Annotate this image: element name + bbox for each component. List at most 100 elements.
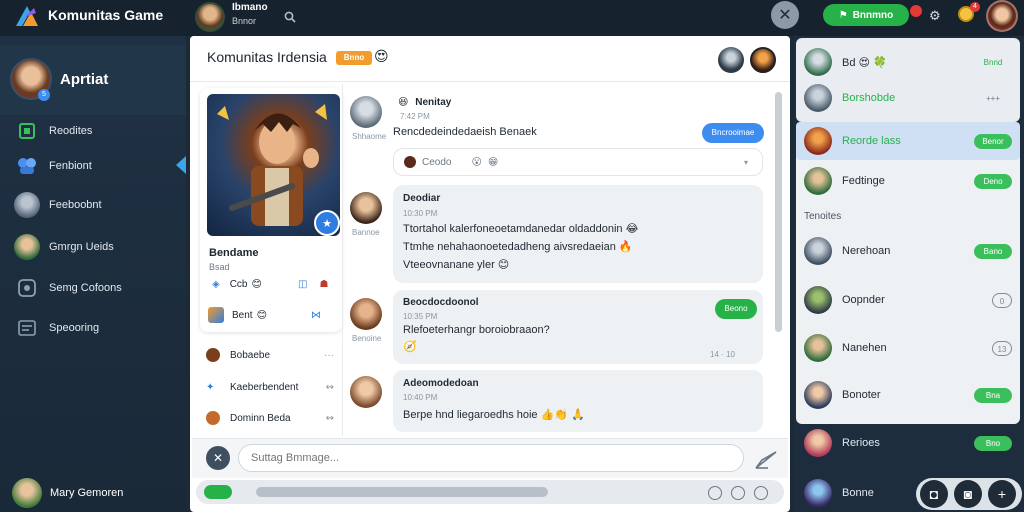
message-author-name: Nenitay bbox=[415, 97, 452, 108]
member-stat-row: ◈ Ccb 😊 bbox=[212, 279, 262, 290]
channel-item[interactable]: ✦ Kaeberbendent ↭ bbox=[206, 376, 334, 398]
friend-status: Bnnd bbox=[983, 57, 1003, 67]
screen-share-icon[interactable]: ◙ bbox=[954, 480, 982, 508]
chat-scrollbar[interactable] bbox=[775, 92, 782, 332]
more-icon[interactable]: ··· bbox=[324, 350, 334, 361]
message-time: 10:30 PM bbox=[403, 209, 438, 218]
chat-bubble-icon[interactable] bbox=[708, 486, 722, 500]
guild-avatar-icon bbox=[14, 234, 40, 260]
top-user-avatar[interactable] bbox=[195, 2, 225, 32]
friend-row[interactable]: Fedtinge Deno bbox=[804, 165, 1012, 197]
volume-slider[interactable] bbox=[256, 487, 548, 497]
gear-icon[interactable]: ⚙ bbox=[929, 8, 941, 24]
channel-item[interactable]: Dominn Beda ↭ bbox=[206, 407, 334, 429]
message-time: 7:42 PM bbox=[400, 112, 430, 121]
emoji-icon: 🧭 bbox=[403, 341, 417, 353]
add-icon[interactable]: + bbox=[988, 480, 1016, 508]
attach-icon[interactable]: ✕ bbox=[206, 446, 230, 470]
friend-avatar bbox=[804, 429, 832, 457]
voice-toggle[interactable] bbox=[204, 485, 232, 499]
friend-row-active[interactable]: Reorde lass Benor bbox=[804, 125, 1012, 157]
sidebar-item-label: Reodites bbox=[49, 125, 93, 137]
message-footer: 14 · 10 bbox=[710, 350, 735, 359]
sidebar-item-gmrgn-ueids[interactable]: Gmrgn Ueids bbox=[0, 229, 186, 265]
chat-title-emoji: 😍 bbox=[374, 48, 389, 64]
message-text: Rencdedeindedaeish Benaek bbox=[393, 126, 537, 138]
share-icon[interactable]: ⋈ bbox=[311, 310, 321, 321]
message-text: Rlefoeterhangr boroiobraaon? bbox=[403, 324, 550, 336]
header-member-avatar[interactable] bbox=[718, 47, 744, 73]
friend-name: Borshobde bbox=[842, 92, 896, 104]
friend-avatar bbox=[804, 479, 832, 507]
friend-name: Bonne bbox=[842, 487, 874, 499]
sidebar-item-semg-cofoons[interactable]: Semg Cofoons bbox=[0, 270, 186, 306]
friend-avatar bbox=[804, 127, 832, 155]
friend-row[interactable]: Oopnder 0 bbox=[804, 284, 1012, 316]
friend-status: Benor bbox=[974, 133, 1012, 149]
sidebar-item-label: Feeboobnt bbox=[49, 199, 102, 211]
friend-row[interactable]: Bd 😍 🍀 Bnnd bbox=[804, 46, 1012, 78]
message-action-button[interactable]: Beono bbox=[715, 299, 757, 319]
channel-label: Kaeberbendent bbox=[230, 381, 299, 393]
friend-avatar bbox=[804, 381, 832, 409]
friend-row[interactable]: Borshobde +++ bbox=[804, 82, 1012, 114]
sidebar-item-label: Fenbiont bbox=[49, 160, 92, 172]
link-icon[interactable]: ↭ bbox=[326, 382, 334, 393]
friend-avatar bbox=[804, 84, 832, 112]
more-icon[interactable]: +++ bbox=[974, 91, 1012, 106]
top-user-name: Ibmano bbox=[232, 2, 268, 13]
grid-icon bbox=[14, 118, 40, 144]
friend-row[interactable]: Nanehen 13 bbox=[804, 332, 1012, 364]
message-action-button[interactable]: Bncrooimae bbox=[702, 123, 764, 143]
message-avatar[interactable] bbox=[350, 298, 382, 330]
link-icon[interactable]: ↭ bbox=[326, 413, 334, 424]
friend-name: Nerehoan bbox=[842, 245, 891, 257]
message-avatar[interactable] bbox=[350, 192, 382, 224]
sidebar-item-reodites[interactable]: Reodites bbox=[0, 113, 186, 149]
divider bbox=[342, 84, 343, 436]
app-logo-icon bbox=[16, 6, 38, 26]
profile-badge: 5 bbox=[38, 89, 50, 101]
chevron-down-icon[interactable]: ▾ bbox=[744, 158, 748, 167]
message-author-short: Bannoe bbox=[352, 228, 380, 237]
emoji-icon: 😮 bbox=[471, 156, 482, 168]
close-button[interactable]: ✕ bbox=[771, 1, 799, 29]
friend-row[interactable]: Rerioes Bno bbox=[804, 427, 1012, 459]
skull-icon: ☗ bbox=[319, 279, 329, 290]
channel-item[interactable]: Bobaebe ··· bbox=[206, 344, 334, 366]
friend-name: Oopnder bbox=[842, 294, 885, 306]
chat-title-badge: Bnno bbox=[336, 51, 372, 65]
message-input[interactable] bbox=[238, 444, 744, 472]
emoji-icon: 😊 bbox=[256, 309, 268, 321]
emoji-icon: 😁 bbox=[487, 156, 499, 168]
clock-icon[interactable] bbox=[731, 486, 745, 500]
friend-row[interactable]: Bonoter Bna bbox=[804, 379, 1012, 411]
message-avatar[interactable] bbox=[350, 376, 382, 408]
message-avatar[interactable] bbox=[350, 96, 382, 128]
shield-icon: ◈ bbox=[212, 279, 220, 290]
sidebar-bottom-user[interactable]: Mary Gemoren bbox=[0, 474, 186, 512]
sidebar-item-feeboobnt[interactable]: Feeboobnt bbox=[0, 187, 186, 223]
message-author-short: Benoine bbox=[352, 334, 382, 343]
friend-row[interactable]: Bonne bbox=[804, 477, 914, 509]
reaction-list[interactable]: Ceodo 😮 😁 bbox=[404, 156, 498, 168]
top-action-button[interactable]: ⚑ Bnnmno bbox=[823, 4, 909, 26]
pause-icon[interactable] bbox=[754, 486, 768, 500]
search-icon[interactable] bbox=[284, 11, 296, 23]
send-icon[interactable] bbox=[754, 448, 778, 470]
friend-name: Bd 😍 🍀 bbox=[842, 56, 887, 69]
sidebar-item-label: Semg Cofoons bbox=[49, 282, 122, 294]
friend-name: Fedtinge bbox=[842, 175, 885, 187]
sidebar-item-fenbiont[interactable]: Fenbiont bbox=[0, 148, 186, 184]
box-icon: ◫ bbox=[298, 279, 308, 290]
bottom-user-avatar bbox=[12, 478, 42, 508]
friend-row[interactable]: Nerehoan Bano bbox=[804, 235, 1012, 267]
profile-name: Aprtiat bbox=[60, 71, 109, 88]
active-indicator bbox=[176, 156, 186, 174]
sidebar-item-speooring[interactable]: Speooring bbox=[0, 310, 186, 346]
account-avatar[interactable] bbox=[986, 0, 1018, 32]
camera-icon[interactable]: ◘ bbox=[920, 480, 948, 508]
emoji-icon: 😊 bbox=[251, 279, 262, 290]
header-member-avatar[interactable] bbox=[750, 47, 776, 73]
message-time: 10:40 PM bbox=[403, 393, 438, 402]
